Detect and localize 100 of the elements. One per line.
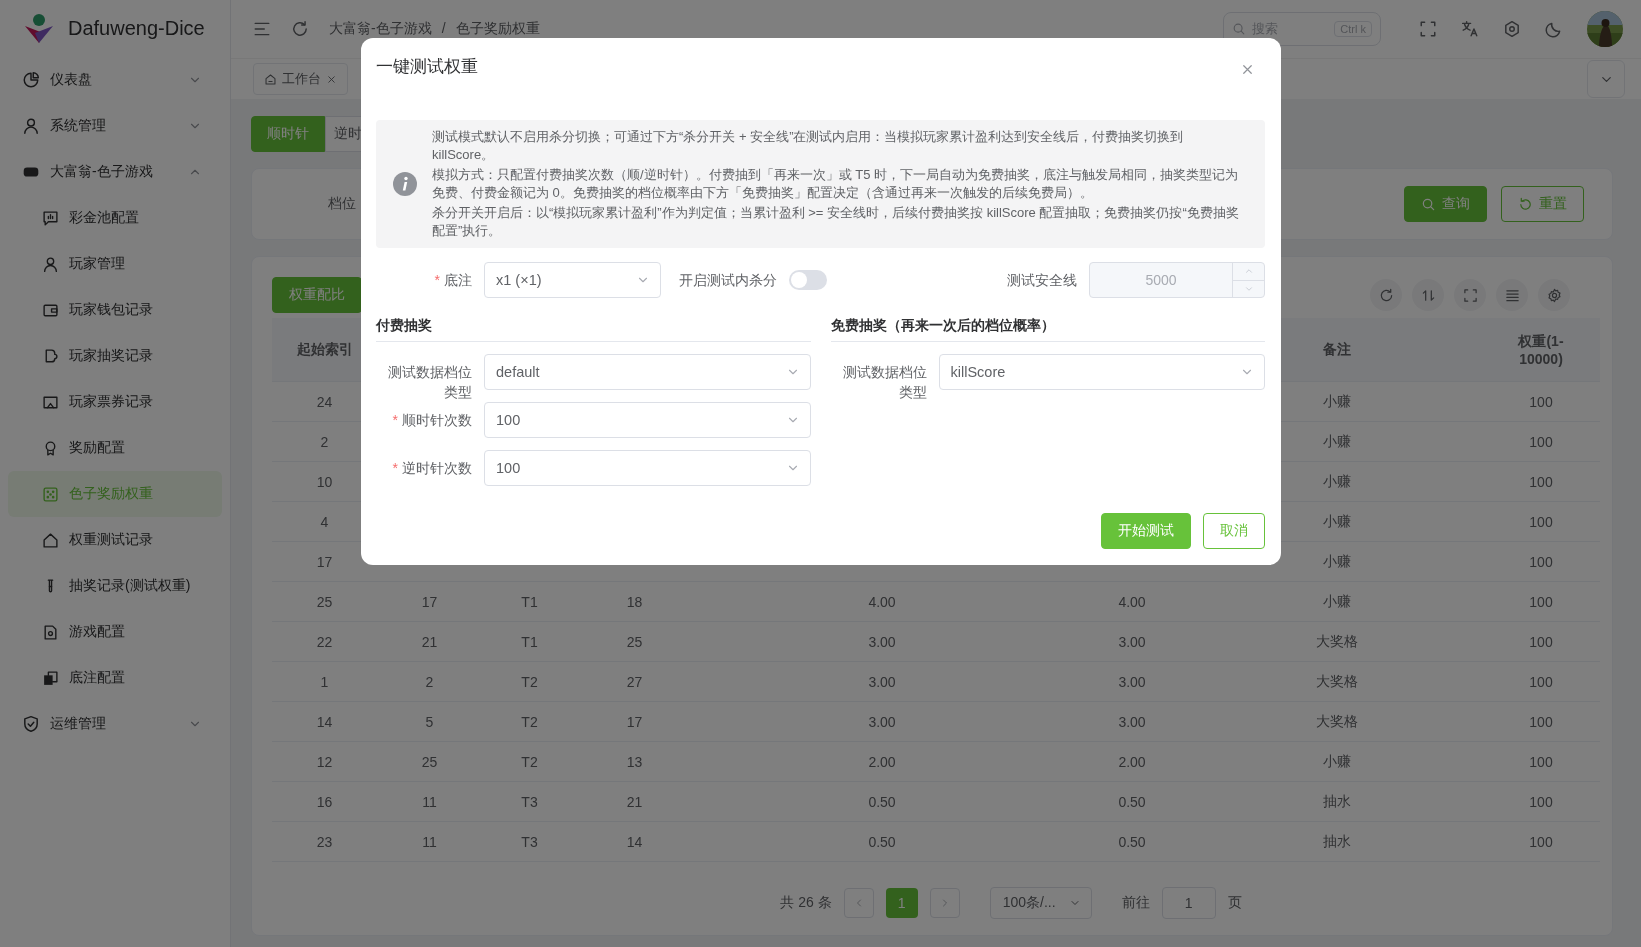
table-cell: 0.50 [1072,821,1192,862]
table-cell: 0.50 [1072,781,1192,822]
app-name: Dafuweng-Dice [68,17,205,40]
home-icon [42,531,59,549]
table-cell: 22 [272,621,377,662]
breadcrumb-item[interactable]: 大富翁-色子游戏 [329,20,432,38]
sidebar-group[interactable]: 运维管理 [0,701,230,747]
table-cell: 3.00 [692,661,1072,702]
table-cell: 13 [577,741,692,782]
table-cell: 25 [272,581,377,622]
table-cell: 17 [577,701,692,742]
table-cell: 抽水 [1192,821,1482,862]
goto-label: 前往 [1121,894,1150,912]
sidebar-item[interactable]: 玩家管理 [8,241,222,287]
field-label: 开启测试内杀分 [679,271,778,290]
field-label: * 底注 [433,271,473,290]
table-cell: 14 [272,701,377,742]
lines-icon [1504,287,1520,303]
select-field[interactable]: killScore [938,354,1265,390]
page-suffix: 页 [1227,894,1242,912]
sort-button[interactable] [1412,279,1444,311]
toggle-switch[interactable] [789,270,827,290]
table-cell: 21 [377,621,482,662]
table-cell: 14 [577,821,692,862]
table-cell: 100 [1482,461,1600,502]
notice-text: 杀分开关开启后：以“模拟玩家累计盈利”作为判定值；当累计盈利 >= 安全线时，后续付费抽奖按 killScore 配置抽取；免费抽奖仍按“免费抽奖配置”执行。 [432,204,1240,240]
sidebar-item[interactable]: 玩家钱包记录 [8,287,222,333]
sidebar-group[interactable]: 大富翁-色子游戏 [0,149,230,195]
settings-icon [1546,287,1562,303]
table-cell: 11 [377,781,482,822]
refresh-button[interactable] [1370,279,1402,311]
table-cell: T2 [482,661,577,702]
field-label: 测试数据档位类型 [841,363,928,402]
field-label: * 逆时针次数 [391,459,473,478]
select-field[interactable]: default [484,354,811,390]
table-cell: 3.00 [1072,661,1192,702]
table-cell: 100 [1482,741,1600,782]
field-label: * 顺时针次数 [391,411,473,430]
table-cell: 1 [272,661,377,702]
sidebar-item[interactable]: 彩金池配置 [8,195,222,241]
refresh-icon [291,20,309,38]
density-button[interactable] [1496,279,1528,311]
table-cell: 100 [1482,501,1600,542]
notice-text: 测试模式默认不启用杀分切换；可通过下方“杀分开关 + 安全线”在测试内启用：当模拟玩家累计盈利达到安全线后，付费抽奖切换到 killScore。 [432,128,1185,164]
screen-icon [42,393,59,411]
user-icon [42,255,59,273]
sidebar-item[interactable]: 权重测试记录 [8,517,222,563]
table-cell: 4.00 [692,581,1072,622]
settings-button[interactable] [1538,279,1570,311]
sidebar-group[interactable]: 系统管理 [0,103,230,149]
table-cell: T1 [482,621,577,662]
sidebar-item[interactable]: 奖励配置 [8,425,222,471]
sidebar-item[interactable]: 玩家票券记录 [8,379,222,425]
refresh-icon [1378,287,1394,303]
section-title: 免费抽奖（再来一次后的档位概率） [830,302,1265,342]
filter-label: 档位 [328,195,356,213]
user-icon [22,117,40,135]
breadcrumb-separator: / [441,20,446,38]
table-cell: 25 [377,741,482,782]
sidebar-item[interactable]: 抽奖记录(测试权重) [8,563,222,609]
table-cell: 100 [1482,621,1600,662]
moon-icon [1545,20,1563,38]
page-tab[interactable]: 工作台 [253,63,348,95]
select-field[interactable]: x1 (×1) [484,262,661,298]
table-cell: 3.00 [692,621,1072,662]
table-cell: 11 [377,821,482,862]
fullscreen-icon [1419,20,1437,38]
table-cell: 大奖格 [1192,701,1482,742]
table-cell: 21 [577,781,692,822]
table-cell: 100 [1482,541,1600,582]
table-cell: 5 [377,701,482,742]
cancel-button[interactable]: 取消 [1203,513,1265,549]
sidebar-group[interactable]: 仪表盘 [0,57,230,103]
table-cell: 3.00 [1072,701,1192,742]
table-cell: 2.00 [1072,741,1192,782]
table-cell: 大奖格 [1192,661,1482,702]
select-field[interactable]: 100 [484,402,811,438]
section-title: 付费抽奖 [376,302,811,342]
table-cell: 小赚 [1192,741,1482,782]
home-icon [264,72,277,86]
page-size-select[interactable]: 100条/... [989,887,1092,919]
search-icon [1421,196,1436,212]
table-cell: T3 [482,821,577,862]
settings-icon [1503,20,1521,38]
table-cell: T3 [482,781,577,822]
shield-icon [22,715,40,733]
table-cell: 2 [377,661,482,702]
field-label: 测试安全线 [1006,271,1078,290]
sidebar-item[interactable]: 游戏配置 [8,609,222,655]
sidebar-item[interactable]: 底注配置 [8,655,222,701]
table-cell: 小赚 [1192,581,1482,622]
fullscreen-button[interactable] [1454,279,1486,311]
breadcrumb-item[interactable]: 色子奖励权重 [455,20,540,38]
table-cell: 18 [577,581,692,622]
sidebar-item[interactable]: 玩家抽奖记录 [8,333,222,379]
file-gear-icon [42,623,59,641]
table-cell: 17 [377,581,482,622]
select-field[interactable]: 100 [484,450,811,486]
table-cell: T2 [482,741,577,782]
page-input[interactable]: 1 [1161,887,1216,919]
